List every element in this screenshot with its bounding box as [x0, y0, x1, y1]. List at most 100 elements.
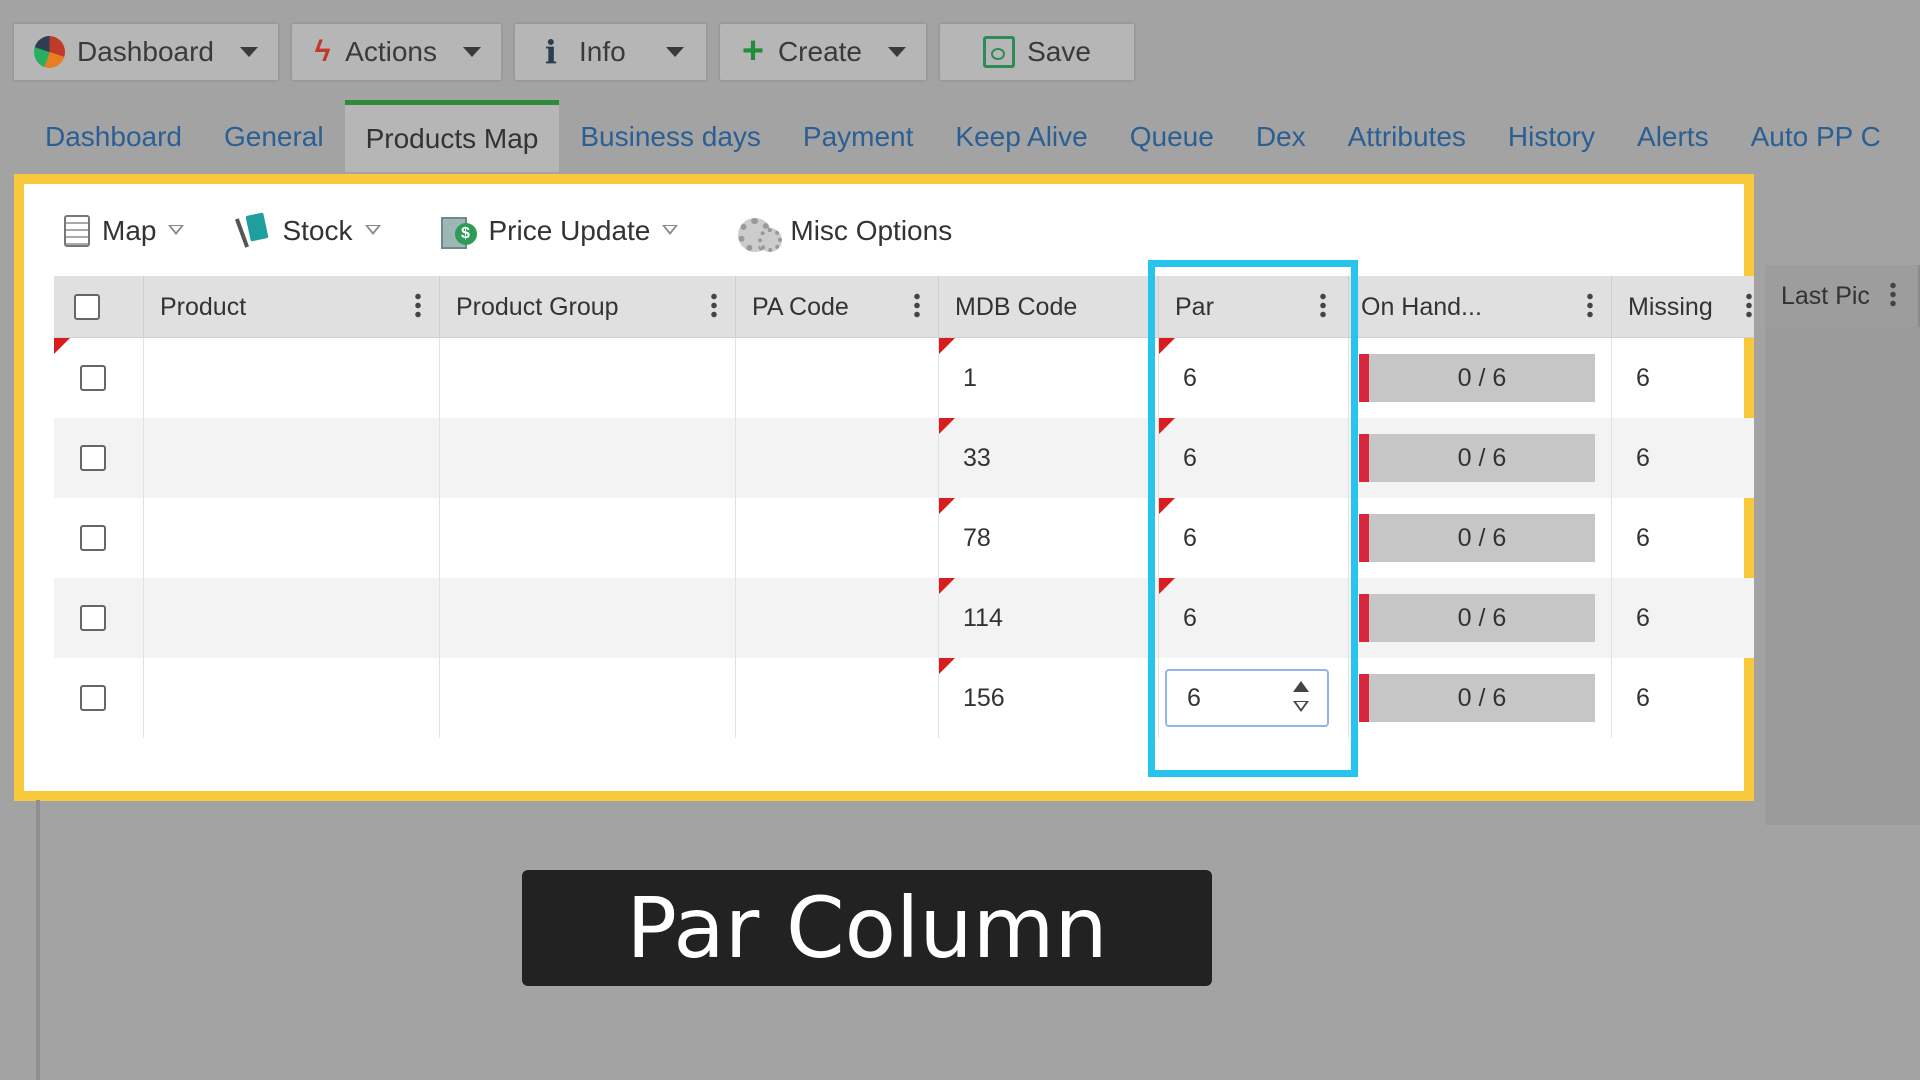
misc-options-menu[interactable]: Misc Options: [738, 215, 952, 252]
par-cell[interactable]: 6: [1159, 578, 1349, 658]
column-menu-icon[interactable]: [1148, 292, 1154, 318]
par-cell[interactable]: 6: [1159, 418, 1349, 498]
header-on-hand[interactable]: On Hand...: [1349, 276, 1612, 338]
mdb-code-cell[interactable]: 33: [939, 418, 1159, 498]
chevron-down-icon: [888, 47, 906, 57]
tab-queue[interactable]: Queue: [1109, 102, 1235, 172]
par-number-input[interactable]: 6: [1165, 669, 1329, 727]
tab-history[interactable]: History: [1487, 102, 1616, 172]
tab-general[interactable]: General: [203, 102, 345, 172]
select-all-checkbox[interactable]: [74, 294, 100, 320]
header-select-all: [54, 276, 144, 338]
info-button-label: Info: [579, 36, 626, 67]
mdb-code-cell[interactable]: 1: [939, 338, 1159, 418]
header-last-pic-label: Last Pic: [1781, 281, 1870, 310]
column-menu-icon[interactable]: [1746, 292, 1752, 318]
divider: [36, 800, 40, 1080]
tab-alerts[interactable]: Alerts: [1616, 102, 1730, 172]
column-menu-icon[interactable]: [1587, 292, 1593, 318]
save-button[interactable]: Save: [938, 22, 1136, 82]
info-button[interactable]: i Info: [513, 22, 708, 82]
mdb-code-cell[interactable]: 114: [939, 578, 1159, 658]
on-hand-cell: 0 / 6: [1349, 338, 1612, 418]
row-checkbox[interactable]: [80, 685, 106, 711]
product-cell[interactable]: [144, 418, 440, 498]
on-hand-cell: 0 / 6: [1349, 418, 1612, 498]
header-product-group-label: Product Group: [456, 292, 619, 321]
header-par[interactable]: Par: [1159, 276, 1349, 338]
header-product-group[interactable]: Product Group: [440, 276, 736, 338]
table-row[interactable]: 78 6 0 / 6 6: [54, 498, 1754, 578]
dashboard-button-label: Dashboard: [77, 36, 214, 67]
table-row[interactable]: 156 6 0 / 6 6: [54, 658, 1754, 738]
par-cell[interactable]: 6: [1159, 498, 1349, 578]
row-checkbox[interactable]: [80, 365, 106, 391]
row-checkbox[interactable]: [80, 605, 106, 631]
tab-payment[interactable]: Payment: [782, 102, 935, 172]
chevron-down-icon: [364, 225, 381, 237]
row-checkbox[interactable]: [80, 525, 106, 551]
create-button[interactable]: + Create: [718, 22, 928, 82]
dashboard-button[interactable]: Dashboard: [12, 22, 280, 82]
tab-business-days[interactable]: Business days: [559, 102, 782, 172]
tab-bar: Dashboard General Products Map Business …: [24, 100, 1902, 172]
header-mdb-code[interactable]: MDB Code: [939, 276, 1159, 338]
product-cell[interactable]: [144, 338, 440, 418]
table-row[interactable]: 33 6 0 / 6 6: [54, 418, 1754, 498]
price-update-menu[interactable]: Price Update: [440, 215, 679, 249]
product-group-cell[interactable]: [440, 338, 736, 418]
main-toolbar: Dashboard ϟ Actions i Info + Create Save: [12, 22, 1136, 82]
pa-code-cell[interactable]: [736, 658, 939, 738]
tab-products-map[interactable]: Products Map: [344, 100, 560, 172]
par-cell[interactable]: 6: [1159, 338, 1349, 418]
stepper-arrows[interactable]: [1293, 681, 1311, 717]
product-cell[interactable]: [144, 578, 440, 658]
header-par-label: Par: [1175, 292, 1214, 321]
column-menu-icon[interactable]: [1890, 281, 1896, 307]
gears-icon: [738, 216, 783, 252]
mdb-code-cell[interactable]: 156: [939, 658, 1159, 738]
column-menu-icon[interactable]: [415, 292, 421, 318]
column-menu-icon[interactable]: [711, 292, 717, 318]
pa-code-cell[interactable]: [736, 418, 939, 498]
header-last-pic[interactable]: Last Pic: [1765, 265, 1920, 327]
map-menu[interactable]: Map: [64, 215, 185, 247]
actions-button[interactable]: ϟ Actions: [290, 22, 503, 82]
increment-arrow-icon[interactable]: [1293, 681, 1309, 692]
product-group-cell[interactable]: [440, 418, 736, 498]
product-group-cell[interactable]: [440, 658, 736, 738]
decrement-arrow-icon[interactable]: [1293, 701, 1309, 712]
par-cell-editing: 6: [1159, 658, 1349, 738]
tab-attributes[interactable]: Attributes: [1327, 102, 1487, 172]
pa-code-cell[interactable]: [736, 578, 939, 658]
missing-cell: 6: [1636, 683, 1650, 712]
header-mdb-code-label: MDB Code: [955, 292, 1078, 321]
pa-code-cell[interactable]: [736, 498, 939, 578]
row-checkbox[interactable]: [80, 445, 106, 471]
missing-cell: 6: [1636, 363, 1650, 392]
product-cell[interactable]: [144, 658, 440, 738]
header-pa-code[interactable]: PA Code: [736, 276, 939, 338]
missing-cell: 6: [1636, 523, 1650, 552]
product-group-cell[interactable]: [440, 498, 736, 578]
par-input-value: 6: [1187, 683, 1201, 712]
mdb-code-cell[interactable]: 78: [939, 498, 1159, 578]
bolt-icon: ϟ: [314, 35, 331, 68]
column-menu-icon[interactable]: [914, 292, 920, 318]
stock-menu[interactable]: Stock: [240, 214, 381, 248]
tab-auto-pp[interactable]: Auto PP C: [1730, 102, 1902, 172]
header-pa-code-label: PA Code: [752, 292, 849, 321]
on-hand-cell: 0 / 6: [1349, 578, 1612, 658]
tab-keep-alive[interactable]: Keep Alive: [934, 102, 1108, 172]
product-cell[interactable]: [144, 498, 440, 578]
tab-dex[interactable]: Dex: [1235, 102, 1327, 172]
pa-code-cell[interactable]: [736, 338, 939, 418]
header-product[interactable]: Product: [144, 276, 440, 338]
column-menu-icon[interactable]: [1320, 292, 1326, 318]
table-row[interactable]: 1 6 0 / 6 6: [54, 338, 1754, 418]
on-hand-cell: 0 / 6: [1349, 658, 1612, 738]
tab-dashboard[interactable]: Dashboard: [24, 102, 203, 172]
table-row[interactable]: 114 6 0 / 6 6: [54, 578, 1754, 658]
header-missing[interactable]: Missing: [1612, 276, 1754, 338]
product-group-cell[interactable]: [440, 578, 736, 658]
